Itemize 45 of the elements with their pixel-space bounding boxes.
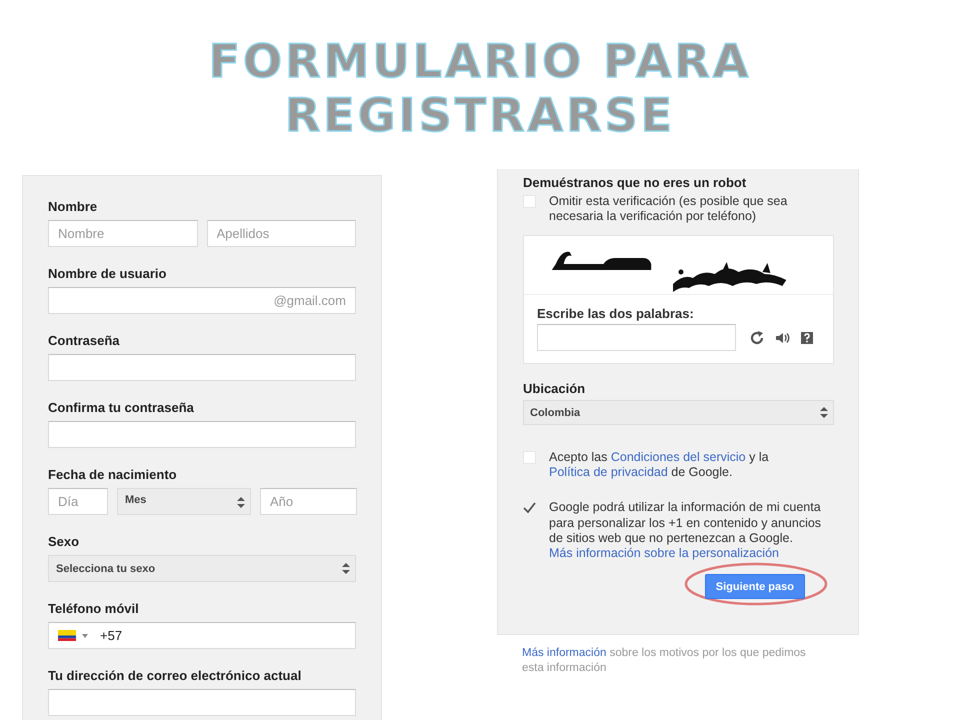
checkbox-label: Acepto las Condiciones del servicio y la Política de privacidad de Google. — [549, 450, 770, 480]
phone-field[interactable]: +57 — [48, 622, 356, 649]
field-label: Escribe las dos palabras: — [537, 306, 694, 321]
field-label: Nombre — [48, 199, 98, 215]
flag-icon — [58, 630, 76, 641]
checkbox[interactable] — [523, 451, 536, 464]
field-label: Confirma tu contraseña — [48, 400, 194, 416]
input-field[interactable] — [48, 421, 356, 448]
select-arrows-icon — [237, 497, 245, 508]
link[interactable]: Más información sobre la personalización — [549, 546, 779, 560]
help-icon[interactable] — [799, 330, 815, 346]
input-field[interactable] — [48, 689, 356, 716]
field-label: Teléfono móvil — [48, 601, 139, 617]
link[interactable]: Más información — [522, 647, 606, 659]
field-label: Contraseña — [48, 333, 120, 349]
section-heading: Demuéstranos que no eres un robot — [523, 175, 748, 191]
next-button[interactable]: Siguiente paso — [704, 574, 805, 600]
checkbox-label: Omitir esta verificación (es posible que sea necesaria la verificación por teléfono) — [549, 194, 788, 224]
slide-title: REGISTRARSE — [284, 88, 676, 142]
input-field[interactable] — [537, 324, 736, 351]
field-label: Tu dirección de correo electrónico actual — [48, 668, 302, 684]
month-select[interactable]: Mes — [117, 488, 251, 515]
caret-icon — [82, 634, 88, 638]
link[interactable]: Condiciones del servicio — [610, 450, 746, 464]
field-label: Fecha de nacimiento — [48, 467, 177, 483]
input-field[interactable]: Apellidos — [206, 220, 356, 247]
input-field[interactable]: @gmail.com — [48, 287, 356, 314]
checkbox[interactable] — [523, 195, 536, 208]
input-field[interactable]: Nombre — [48, 220, 198, 247]
select-field[interactable]: Colombia — [523, 400, 834, 425]
field-label: Nombre de usuario — [48, 266, 166, 282]
refresh-icon[interactable] — [749, 330, 765, 346]
input-field[interactable]: Día — [48, 488, 108, 515]
field-label: Sexo — [48, 534, 80, 550]
checkmark-icon[interactable] — [523, 501, 536, 514]
link[interactable]: Política de privacidad — [549, 465, 668, 480]
checkbox-label: Google podrá utilizar la información de mi cuenta para personalizar los +1 en contenido y anuncios de sitios web que no pertenezcan a Google. Más información sobre la personalización — [549, 500, 822, 562]
select-field[interactable]: Selecciona tu sexo — [48, 555, 356, 582]
input-field[interactable] — [48, 354, 356, 381]
field-label: Ubicación — [523, 381, 586, 397]
select-arrows-icon — [342, 563, 350, 574]
input-field[interactable]: Año — [260, 488, 357, 515]
slide-title: FORMULARIO PARA — [208, 34, 752, 88]
info-text: Más información sobre los motivos por los que pedimos esta información — [522, 646, 807, 676]
select-arrows-icon — [820, 407, 828, 418]
